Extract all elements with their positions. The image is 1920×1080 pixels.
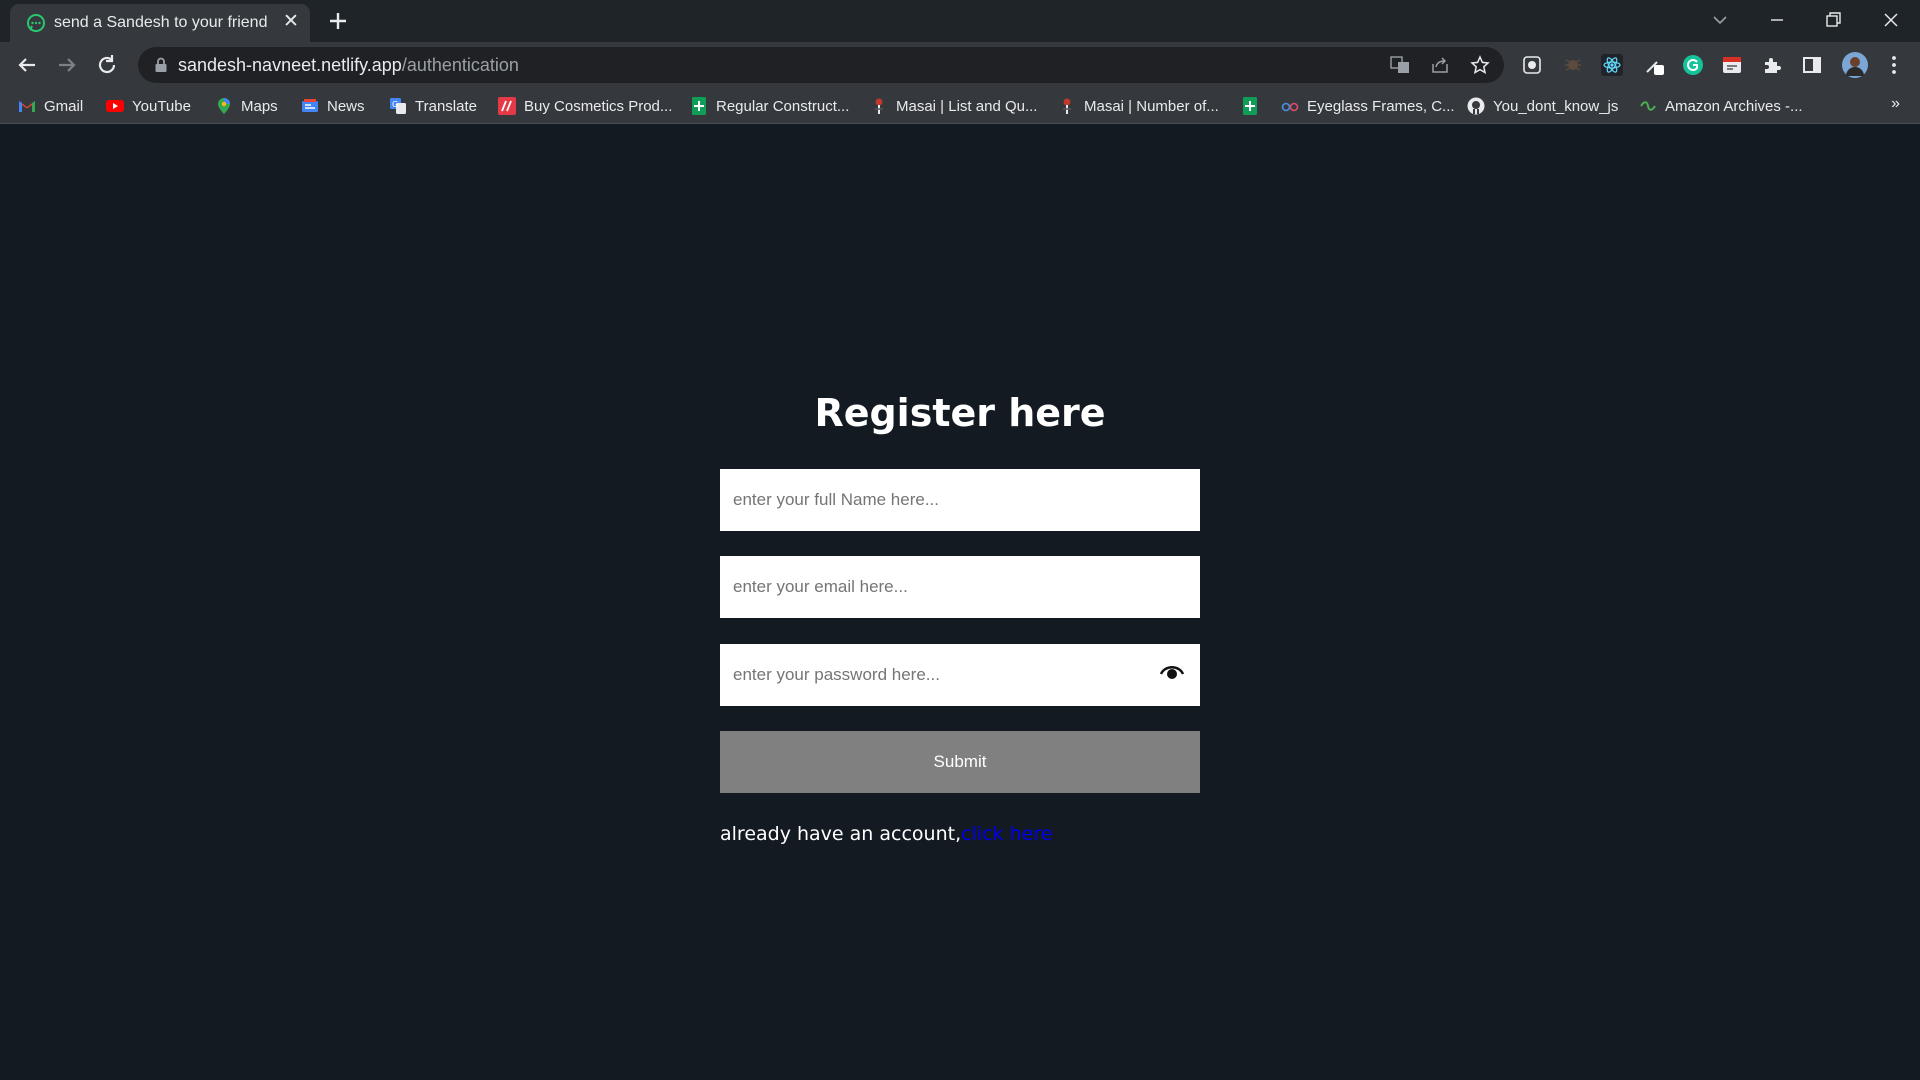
new-tab-icon[interactable] xyxy=(326,9,350,33)
bookmarks-overflow-icon[interactable]: » xyxy=(1891,95,1900,113)
maps-icon xyxy=(218,98,230,114)
masai-icon xyxy=(1063,98,1071,114)
page-title: Register here xyxy=(814,391,1106,435)
eye-icon[interactable] xyxy=(1158,662,1186,682)
bookmark-label: Regular Construct... xyxy=(716,97,850,115)
chat-bubble-icon xyxy=(27,14,45,32)
bookmark-youtube[interactable]: YouTube xyxy=(106,94,191,118)
bookmark-maps[interactable]: Maps xyxy=(215,94,278,118)
url-path: /authentication xyxy=(401,55,519,75)
tab-title: send a Sandesh to your friend xyxy=(54,14,268,31)
lock-icon[interactable] xyxy=(154,57,168,73)
browser-menu-icon[interactable] xyxy=(1883,54,1905,76)
bookmark-masai-list[interactable]: Masai | List and Qu... xyxy=(870,94,1037,118)
amazon-archives-icon xyxy=(1640,101,1656,111)
gmail-icon xyxy=(19,101,35,112)
login-prompt: already have an account,click here xyxy=(720,823,1052,845)
reload-icon[interactable] xyxy=(93,51,121,79)
bookmark-news[interactable]: News xyxy=(301,94,365,118)
submit-button[interactable]: Submit xyxy=(720,731,1200,793)
bookmark-label: Masai | List and Qu... xyxy=(896,97,1038,115)
svg-text:G: G xyxy=(392,100,398,109)
forward-icon[interactable] xyxy=(53,51,81,79)
extensions-puzzle-icon[interactable] xyxy=(1761,54,1783,76)
restore-icon[interactable] xyxy=(1818,6,1848,34)
bookmark-cosmetics[interactable]: Buy Cosmetics Prod... xyxy=(498,94,672,118)
bookmark-regular-construct[interactable]: Regular Construct... xyxy=(690,94,849,118)
bookmark-label: News xyxy=(327,97,365,115)
extension-camera-icon[interactable] xyxy=(1521,54,1543,76)
bookmark-label: You_dont_know_js xyxy=(1493,97,1619,115)
login-prompt-text: already have an account, xyxy=(720,823,962,845)
share-icon[interactable] xyxy=(1430,55,1450,75)
bookmark-translate[interactable]: G Translate xyxy=(389,94,477,118)
email-input[interactable] xyxy=(720,556,1200,618)
youtube-icon xyxy=(106,100,124,112)
bookmark-star-icon[interactable] xyxy=(1470,55,1490,75)
page-viewport: Register here Submit already have an acc… xyxy=(0,125,1920,1080)
side-panel-icon[interactable] xyxy=(1801,54,1823,76)
bookmark-label: Translate xyxy=(415,97,477,115)
bookmark-masai-number[interactable]: Masai | Number of... xyxy=(1058,94,1219,118)
bookmark-label: Amazon Archives -... xyxy=(1665,97,1803,115)
bookmark-label: Buy Cosmetics Prod... xyxy=(524,97,673,115)
url-host: sandesh-navneet.netlify.app xyxy=(178,55,402,75)
back-icon[interactable] xyxy=(13,51,41,79)
bookmark-sheet[interactable] xyxy=(1241,94,1267,118)
sheets-icon xyxy=(692,97,706,115)
eyeglass-icon xyxy=(1281,102,1299,112)
news-icon xyxy=(302,99,318,112)
url-text[interactable]: sandesh-navneet.netlify.app/authenticati… xyxy=(178,55,519,76)
browser-toolbar: sandesh-navneet.netlify.app/authenticati… xyxy=(0,42,1920,88)
tab-search-icon[interactable] xyxy=(1705,6,1735,34)
minimize-icon[interactable] xyxy=(1762,6,1792,34)
bookmark-label: Masai | Number of... xyxy=(1084,97,1219,115)
password-input[interactable] xyxy=(720,644,1200,706)
extension-eyedropper-icon[interactable] xyxy=(1643,54,1665,76)
close-window-icon[interactable] xyxy=(1876,6,1906,34)
browser-tab-strip: send a Sandesh to your friend ✕ xyxy=(0,0,1920,42)
extension-calendar-icon[interactable] xyxy=(1721,54,1743,76)
address-bar[interactable]: sandesh-navneet.netlify.app/authenticati… xyxy=(138,47,1504,83)
browser-tab[interactable]: send a Sandesh to your friend ✕ xyxy=(10,4,310,42)
github-icon xyxy=(1467,97,1485,115)
bookmark-eyeglass[interactable]: Eyeglass Frames, C... xyxy=(1281,94,1455,118)
translate-page-icon[interactable] xyxy=(1390,55,1410,75)
bookmark-label: Eyeglass Frames, C... xyxy=(1307,97,1455,115)
cosmetics-icon xyxy=(498,97,516,115)
bookmark-gmail[interactable]: Gmail xyxy=(18,94,83,118)
masai-icon xyxy=(875,98,883,114)
profile-avatar[interactable] xyxy=(1841,51,1869,79)
bookmark-amazon-archives[interactable]: Amazon Archives -... xyxy=(1639,94,1803,118)
tab-close-icon[interactable]: ✕ xyxy=(280,11,302,33)
bookmark-label: YouTube xyxy=(132,97,191,115)
login-link[interactable]: click here xyxy=(961,823,1052,845)
bookmark-label: Maps xyxy=(241,97,278,115)
bookmarks-bar: Gmail YouTube Maps News G Translate Buy … xyxy=(0,88,1920,124)
extension-bug-icon[interactable] xyxy=(1562,54,1584,76)
sheets-icon xyxy=(1243,97,1257,115)
react-devtools-icon[interactable] xyxy=(1601,54,1623,76)
full-name-input[interactable] xyxy=(720,469,1200,531)
bookmark-you-dont-know-js[interactable]: You_dont_know_js xyxy=(1467,94,1618,118)
grammarly-icon[interactable] xyxy=(1682,54,1704,76)
bookmark-label: Gmail xyxy=(44,97,84,115)
translate-icon: G xyxy=(390,98,406,114)
